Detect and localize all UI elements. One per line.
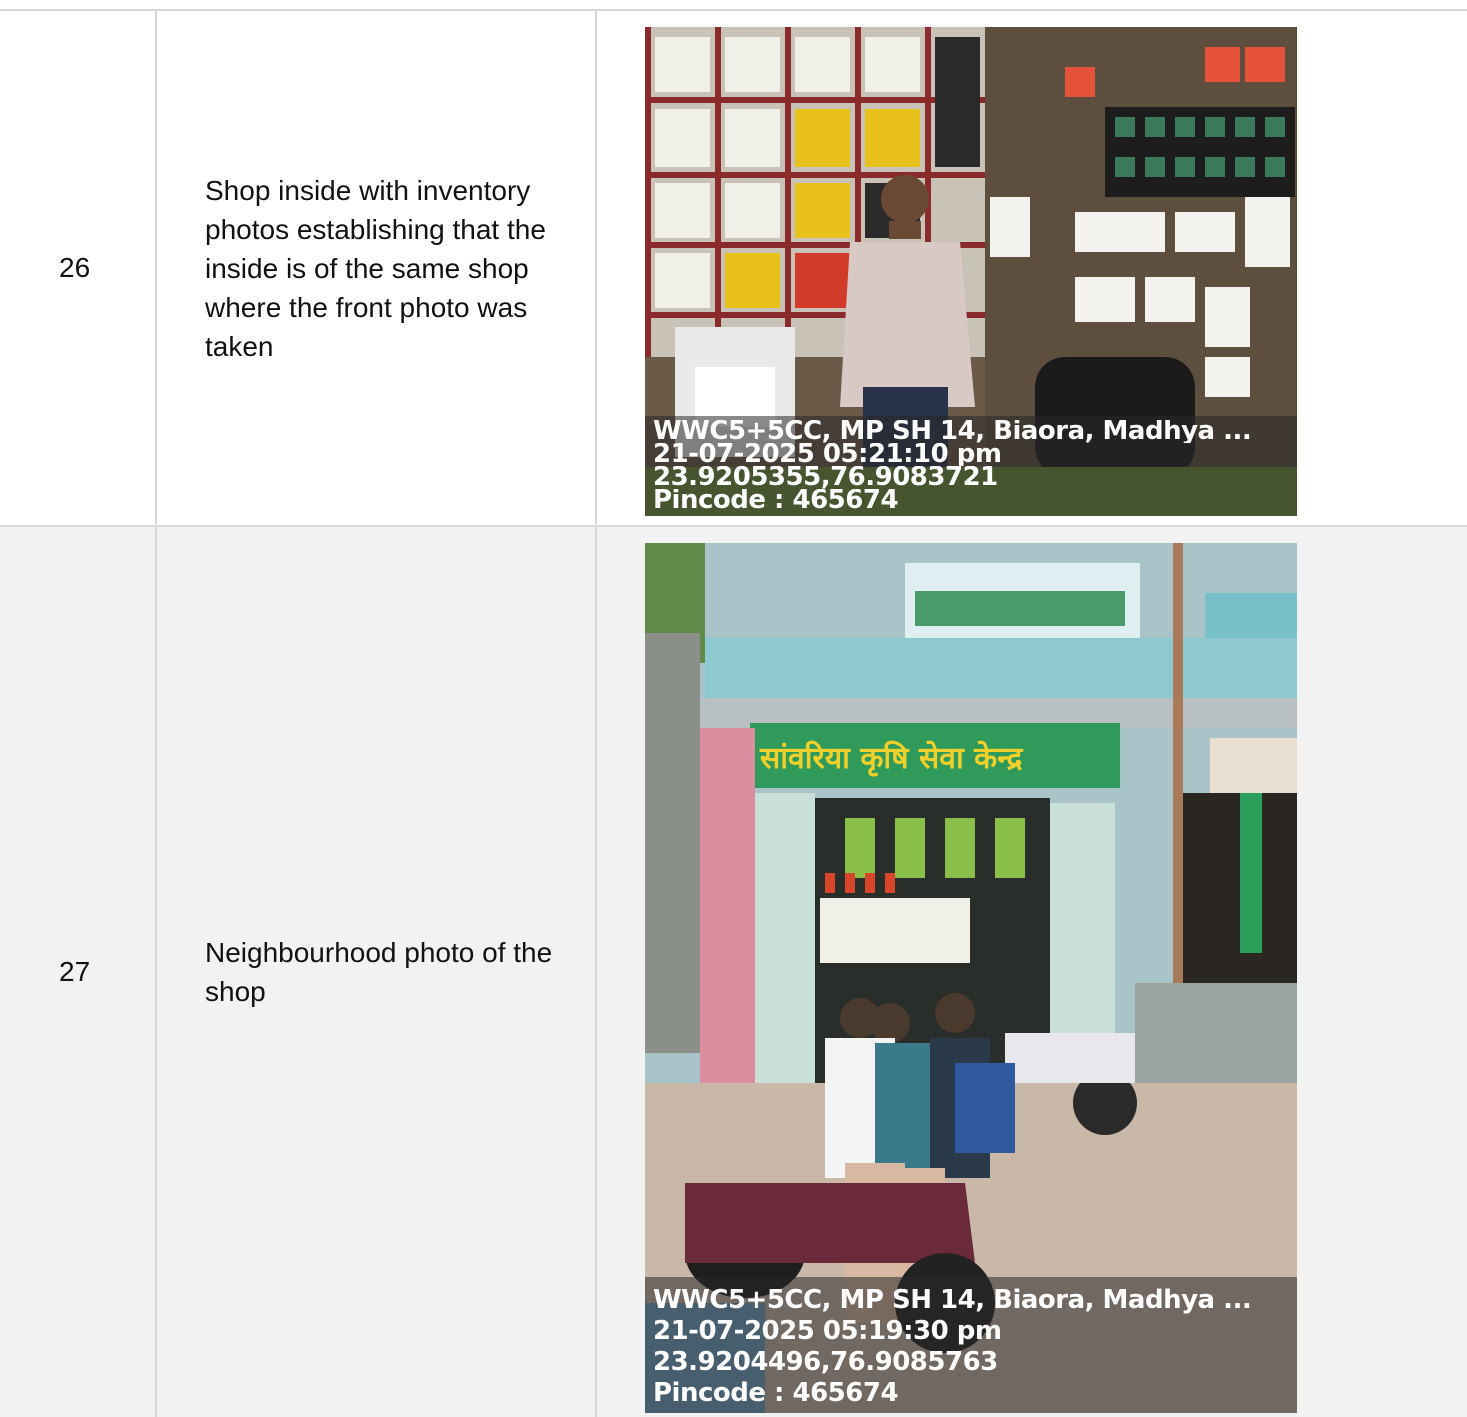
stamp-pincode: Pincode : 465674 bbox=[653, 1378, 899, 1408]
table-row: 27 Neighbourhood photo of the shop सांवर… bbox=[0, 527, 1467, 1417]
row-number: 27 bbox=[59, 956, 91, 987]
stamp-address: WWC5+5CC, MP SH 14, Biaora, Madhya ... bbox=[653, 420, 1252, 443]
description-cell: Neighbourhood photo of the shop bbox=[157, 527, 597, 1417]
neighbourhood-photo: सांवरिया कृषि सेवा केन्द्र WWC5+5CC, MP … bbox=[645, 543, 1297, 1413]
photo-evidence-table: 26 Shop inside with inventory photos est… bbox=[0, 9, 1467, 1417]
photo-cell: WWC5+5CC, MP SH 14, Biaora, Madhya ... 2… bbox=[597, 11, 1467, 525]
stamp-address: WWC5+5CC, MP SH 14, Biaora, Madhya ... bbox=[653, 1285, 1252, 1315]
description-cell: Shop inside with inventory photos establ… bbox=[157, 11, 597, 525]
stamp-pincode: Pincode : 465674 bbox=[653, 489, 899, 512]
row-number-cell: 27 bbox=[0, 527, 157, 1417]
stamp-coordinates: 23.9205355,76.9083721 bbox=[653, 466, 998, 489]
row-number: 26 bbox=[59, 252, 91, 283]
photo-geotag-stamp: WWC5+5CC, MP SH 14, Biaora, Madhya ... 2… bbox=[645, 416, 1297, 516]
stamp-coordinates: 23.9204496,76.9085763 bbox=[653, 1347, 998, 1377]
stamp-datetime: 21-07-2025 05:19:30 pm bbox=[653, 1316, 1002, 1346]
stamp-datetime: 21-07-2025 05:21:10 pm bbox=[653, 443, 1002, 466]
shop-signboard-text: सांवरिया कृषि सेवा केन्द्र bbox=[759, 740, 1023, 777]
photo-cell: सांवरिया कृषि सेवा केन्द्र WWC5+5CC, MP … bbox=[597, 527, 1467, 1417]
table-row: 26 Shop inside with inventory photos est… bbox=[0, 11, 1467, 527]
row-description: Shop inside with inventory photos establ… bbox=[205, 174, 546, 362]
row-number-cell: 26 bbox=[0, 11, 157, 525]
row-description: Neighbourhood photo of the shop bbox=[205, 937, 553, 1007]
photo-geotag-stamp: WWC5+5CC, MP SH 14, Biaora, Madhya ... 2… bbox=[645, 1277, 1297, 1413]
shop-inside-photo: WWC5+5CC, MP SH 14, Biaora, Madhya ... 2… bbox=[645, 27, 1297, 516]
